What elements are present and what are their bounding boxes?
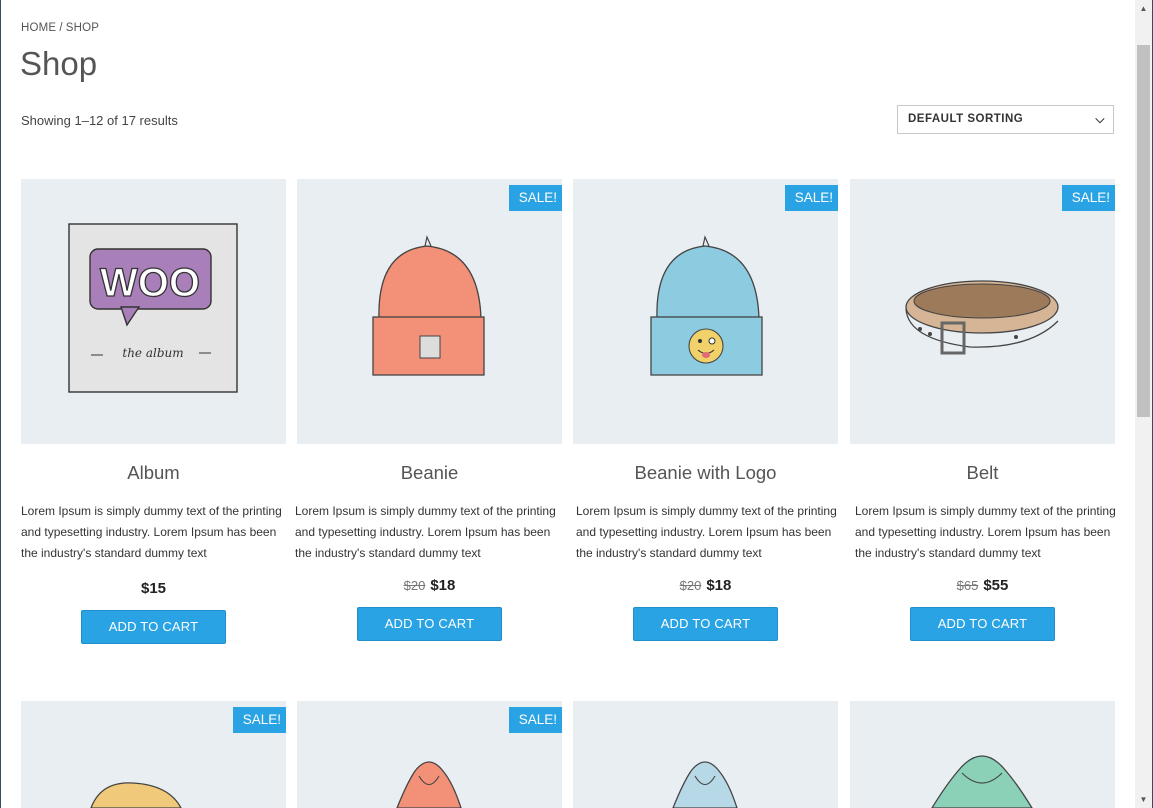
chevron-down-icon: ⌵ [1095,112,1105,126]
current-price: $15 [140,580,167,597]
scroll-down-arrow-icon[interactable]: ▼ [1135,791,1152,808]
product-description: Lorem Ipsum is simply dummy text of the … [576,504,837,560]
sale-badge: SALE! [508,707,562,733]
current-price: $18 [430,577,456,594]
sale-badge: SALE! [232,707,286,733]
sale-badge: SALE! [784,185,838,211]
product-description: Lorem Ipsum is simply dummy text of the … [21,504,282,560]
belt-image[interactable]: SALE! [850,179,1115,444]
sale-badge: SALE! [508,185,562,211]
orange-beanie-image[interactable]: SALE! [297,179,562,444]
product-description: Lorem Ipsum is simply dummy text of the … [855,504,1116,560]
blue-hoodie-image[interactable] [573,701,838,808]
product-title[interactable]: Belt [850,462,1115,484]
old-price: $20 [403,578,426,593]
breadcrumb-home-link[interactable]: HOME [21,22,56,34]
scrollbar-thumb[interactable] [1137,45,1150,417]
current-price: $55 [983,577,1009,594]
product-title[interactable]: Album [21,462,286,484]
product-title[interactable]: Beanie with Logo [573,462,838,484]
add-to-cart-button[interactable]: ADD TO CART [910,607,1055,641]
product-price: $20 $18 [297,577,562,594]
page-scrollbar[interactable]: ▲ ▼ [1135,0,1152,808]
green-hoodie-image[interactable] [850,701,1115,808]
old-price: $65 [956,578,979,593]
orange-hoodie-image[interactable]: SALE! [297,701,562,808]
product-price: $65 $55 [850,577,1115,594]
add-to-cart-button[interactable]: ADD TO CART [633,607,778,641]
cap-image[interactable]: SALE! [21,701,286,808]
old-price: $20 [679,578,702,593]
window-border-left [0,0,1,808]
breadcrumb-current: SHOP [65,22,100,34]
breadcrumb: HOME / SHOP [21,22,99,34]
album-caption-text: the album [122,346,183,360]
result-count: Showing 1–12 of 17 results [21,113,178,128]
album-cover-image[interactable]: WOO the album [21,179,286,444]
product-price: $15 [21,580,286,597]
add-to-cart-button[interactable]: ADD TO CART [81,610,226,644]
sale-badge: SALE! [1061,185,1115,211]
add-to-cart-button[interactable]: ADD TO CART [357,607,502,641]
product-title[interactable]: Beanie [297,462,562,484]
page-title: Shop [20,45,98,82]
product-description: Lorem Ipsum is simply dummy text of the … [295,504,556,560]
sort-select[interactable]: DEFAULT SORTING ⌵ [897,105,1114,134]
album-logo-text: WOO [100,261,200,305]
sort-select-value: DEFAULT SORTING [908,113,1024,125]
product-price: $20 $18 [573,577,838,594]
scroll-up-arrow-icon[interactable]: ▲ [1135,0,1152,17]
breadcrumb-separator: / [59,22,63,34]
current-price: $18 [706,577,732,594]
blue-beanie-image[interactable]: SALE! [573,179,838,444]
